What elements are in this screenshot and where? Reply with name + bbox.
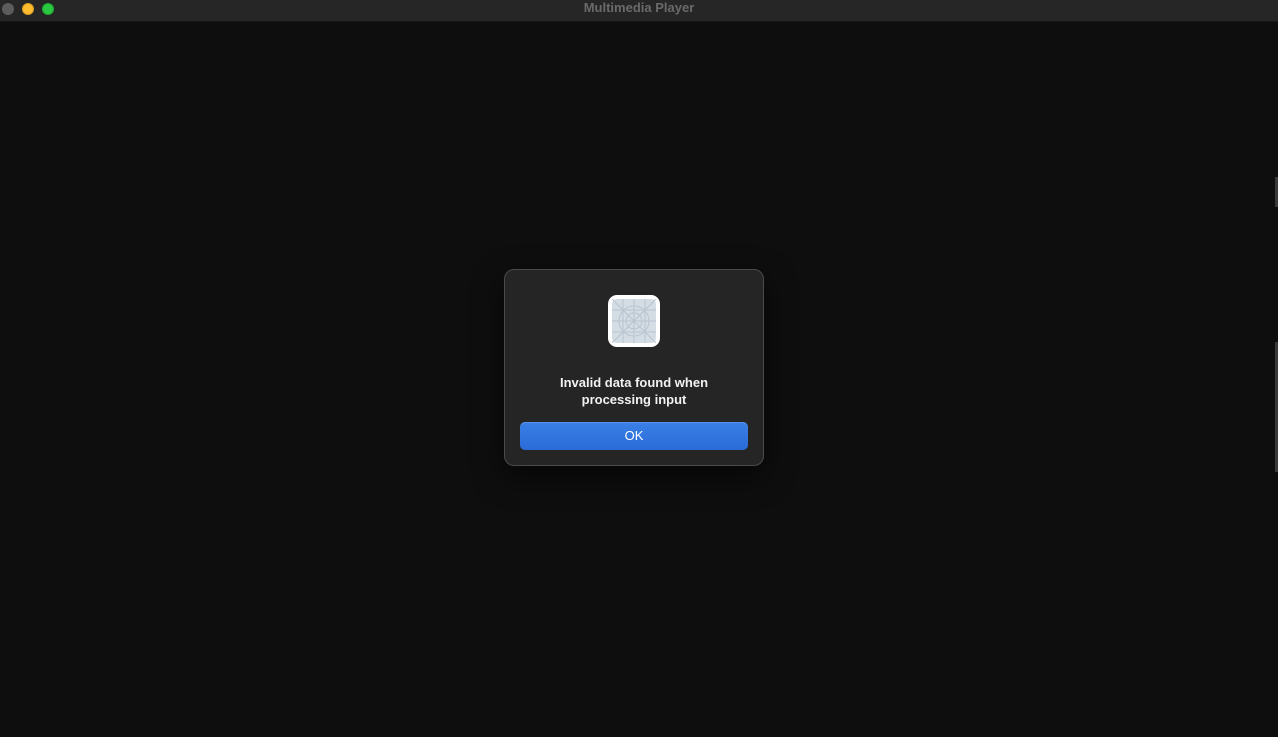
window-title: Multimedia Player	[583, 0, 695, 15]
app-window: Multimedia Player Invalid data found whe…	[0, 0, 1278, 737]
alert-message-line-1: Invalid data found when	[559, 375, 709, 390]
alert-message: Invalid data found when processing input	[525, 374, 743, 408]
error-alert-dialog: Invalid data found when processing input…	[504, 269, 764, 466]
generic-app-icon	[608, 295, 660, 347]
ok-button[interactable]: OK	[520, 422, 748, 450]
alert-message-line-2: processing input	[581, 392, 687, 407]
title-bar[interactable]: Multimedia Player	[0, 0, 1278, 22]
